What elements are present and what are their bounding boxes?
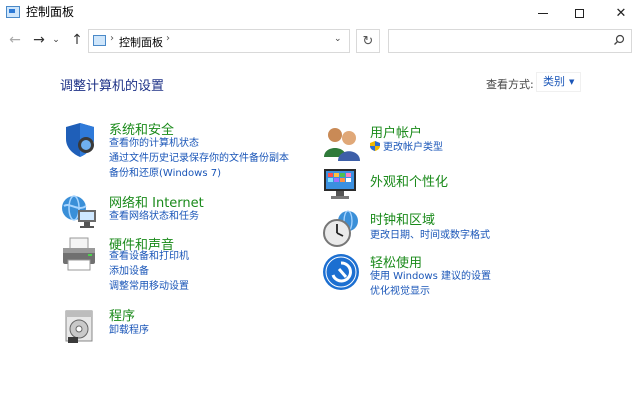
link[interactable]: 更改日期、时间或数字格式: [370, 230, 490, 242]
search-input[interactable]: [388, 29, 632, 53]
maximize-icon: [574, 8, 584, 18]
refresh-button[interactable]: ↻: [356, 29, 380, 53]
category-title[interactable]: 外观和个性化: [370, 171, 448, 190]
navigation-bar: ← → ⌄ ↑ › 控制面板 › ⌄ ↻: [0, 26, 640, 56]
breadcrumb-separator-icon[interactable]: ›: [166, 33, 170, 44]
programs-icon[interactable]: [60, 305, 100, 345]
forward-arrow-icon: →: [33, 32, 45, 48]
view-by-value: 类别: [543, 75, 565, 88]
printer-icon[interactable]: [60, 234, 100, 274]
link[interactable]: 调整常用移动设置: [109, 281, 189, 293]
recent-locations-button[interactable]: ⌄: [50, 31, 62, 49]
category-title[interactable]: 程序: [109, 305, 135, 324]
breadcrumb-separator-icon[interactable]: ›: [110, 33, 114, 44]
maximize-button[interactable]: [556, 0, 602, 26]
back-arrow-icon: ←: [9, 32, 21, 48]
link-label: 更改帐户类型: [383, 142, 443, 153]
ease-of-access-icon[interactable]: [322, 253, 362, 293]
link[interactable]: 卸载程序: [109, 325, 149, 337]
security-shield-icon[interactable]: [60, 119, 100, 159]
back-button[interactable]: ←: [6, 31, 24, 49]
main-content: 调整计算机的设置 查看方式: 类别 ▼ 系统和安全 查看你的计算机状态 通过文件历…: [0, 57, 640, 417]
minimize-icon: [538, 12, 548, 14]
title-bar: 控制面板 ✕: [0, 0, 640, 26]
clock-globe-icon[interactable]: [322, 209, 362, 249]
view-by-dropdown[interactable]: 类别 ▼: [536, 72, 582, 92]
dropdown-arrow-icon: ▼: [569, 78, 575, 86]
link-change-account-type[interactable]: 更改帐户类型: [370, 141, 443, 154]
chevron-down-icon: ⌄: [52, 35, 60, 45]
category-title[interactable]: 用户帐户: [370, 122, 422, 141]
link[interactable]: 备份和还原(Windows 7): [109, 168, 221, 180]
link[interactable]: 查看网络状态和任务: [109, 211, 199, 223]
category-title[interactable]: 系统和安全: [109, 119, 174, 138]
forward-button[interactable]: →: [30, 31, 48, 49]
appearance-monitor-icon[interactable]: [322, 165, 362, 205]
control-panel-icon: [6, 6, 20, 18]
link[interactable]: 查看设备和打印机: [109, 251, 189, 263]
close-icon: ✕: [615, 5, 627, 21]
category-title[interactable]: 网络和 Internet: [109, 192, 204, 211]
network-globe-icon[interactable]: [60, 192, 100, 232]
window-title: 控制面板: [26, 5, 75, 19]
link[interactable]: 通过文件历史记录保存你的文件备份副本: [109, 153, 289, 165]
user-accounts-icon[interactable]: [322, 123, 362, 163]
up-button[interactable]: ↑: [68, 31, 86, 49]
category-title[interactable]: 轻松使用: [370, 252, 422, 271]
close-button[interactable]: ✕: [598, 0, 640, 26]
address-bar[interactable]: › 控制面板 › ⌄: [88, 29, 350, 53]
uac-shield-icon: [370, 141, 380, 151]
refresh-icon: ↻: [362, 33, 374, 49]
link[interactable]: 优化视觉显示: [370, 286, 430, 298]
category-title[interactable]: 时钟和区域: [370, 209, 435, 228]
link[interactable]: 添加设备: [109, 266, 149, 278]
page-title: 调整计算机的设置: [60, 79, 165, 94]
link[interactable]: 使用 Windows 建议的设置: [370, 271, 491, 283]
view-by-label: 查看方式:: [486, 78, 534, 91]
address-dropdown-icon[interactable]: ⌄: [334, 34, 342, 44]
link[interactable]: 查看你的计算机状态: [109, 138, 199, 150]
search-icon: [614, 34, 625, 45]
control-panel-icon: [93, 35, 106, 46]
up-arrow-icon: ↑: [71, 32, 83, 48]
breadcrumb-control-panel[interactable]: 控制面板: [119, 34, 163, 50]
